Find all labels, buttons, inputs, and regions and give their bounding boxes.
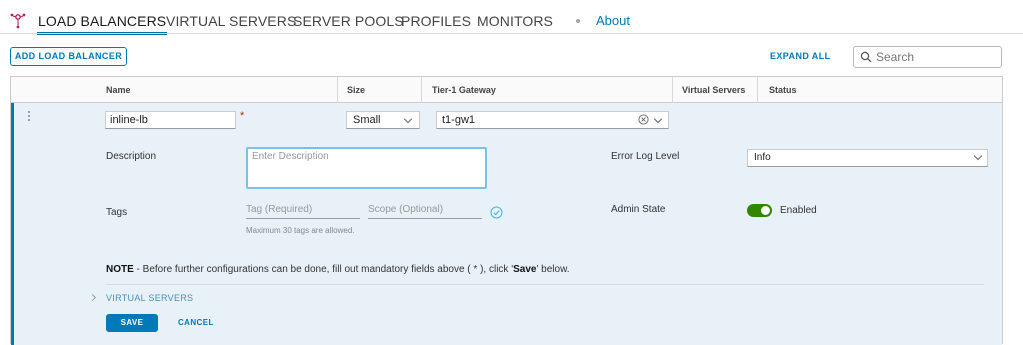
tag-input[interactable]: Tag (Required)	[246, 201, 360, 219]
about-link[interactable]: About	[596, 13, 630, 28]
search-box[interactable]	[853, 46, 1002, 68]
tab-monitors[interactable]: MONITORS	[477, 13, 553, 29]
tab-load-balancers[interactable]: LOAD BALANCERS	[36, 13, 168, 35]
column-header-name[interactable]: Name	[106, 85, 131, 95]
nav-separator-dot	[576, 19, 580, 23]
admin-state-value: Enabled	[780, 205, 817, 216]
nav-divider	[0, 33, 1023, 34]
network-hub-icon	[10, 13, 26, 29]
error-log-level-label: Error Log Level	[611, 151, 680, 162]
check-circle-icon[interactable]	[490, 206, 503, 219]
top-navigation: LOAD BALANCERS VIRTUAL SERVERS SERVER PO…	[0, 0, 1023, 36]
error-log-level-value: Info	[754, 152, 771, 163]
mandatory-fields-note: NOTE - Before further configurations can…	[106, 264, 570, 275]
clear-icon[interactable]	[638, 114, 649, 125]
tab-virtual-servers[interactable]: VIRTUAL SERVERS	[166, 13, 296, 29]
description-label: Description	[106, 151, 157, 162]
admin-state-label: Admin State	[611, 204, 666, 215]
column-header-status[interactable]: Status	[769, 85, 797, 95]
chevron-right-icon[interactable]	[88, 293, 97, 302]
section-divider	[106, 284, 984, 285]
expand-all-button[interactable]: EXPAND ALL	[770, 51, 831, 61]
required-indicator: *	[240, 110, 245, 122]
tier1-gateway-value: t1-gw1	[442, 114, 476, 126]
size-value: Small	[353, 114, 381, 126]
grid-header: Name Size Tier-1 Gateway Virtual Servers…	[11, 77, 1002, 103]
search-input[interactable]	[874, 49, 994, 65]
tags-hint: Maximum 30 tags are allowed.	[246, 226, 355, 235]
column-header-virtual-servers[interactable]: Virtual Servers	[682, 85, 745, 95]
add-load-balancer-button[interactable]: ADD LOAD BALANCER	[10, 47, 127, 66]
column-header-tier1-gateway[interactable]: Tier-1 Gateway	[432, 85, 496, 95]
note-save-word: Save	[513, 264, 537, 275]
description-textarea[interactable]: Enter Description	[246, 147, 487, 189]
tier1-gateway-select[interactable]: t1-gw1	[436, 111, 669, 129]
scope-input[interactable]: Scope (Optional)	[368, 201, 482, 219]
name-field[interactable]: inline-lb	[105, 111, 236, 129]
row-actions-icon[interactable]	[28, 111, 31, 123]
note-text: - Before further configurations can be d…	[133, 264, 514, 275]
column-header-size[interactable]: Size	[347, 85, 365, 95]
column-separator[interactable]	[337, 77, 338, 103]
note-prefix: NOTE	[106, 264, 134, 275]
edit-row: inline-lb * Small t1-gw1 Description Ent…	[11, 103, 1002, 345]
admin-state-toggle[interactable]	[747, 204, 772, 217]
column-separator[interactable]	[421, 77, 422, 103]
tab-server-pools[interactable]: SERVER POOLS	[293, 13, 404, 29]
tags-label: Tags	[106, 207, 128, 218]
save-button[interactable]: SAVE	[106, 314, 158, 332]
cancel-button[interactable]: CANCEL	[178, 314, 214, 332]
tab-profiles[interactable]: PROFILES	[401, 13, 471, 29]
load-balancer-grid: Name Size Tier-1 Gateway Virtual Servers…	[10, 76, 1003, 345]
search-icon	[860, 51, 872, 63]
note-text-end: ' below.	[536, 264, 570, 275]
column-separator[interactable]	[672, 77, 673, 103]
error-log-level-select[interactable]: Info	[747, 149, 988, 167]
virtual-servers-section-toggle[interactable]: VIRTUAL SERVERS	[106, 293, 193, 303]
column-separator[interactable]	[757, 77, 758, 103]
